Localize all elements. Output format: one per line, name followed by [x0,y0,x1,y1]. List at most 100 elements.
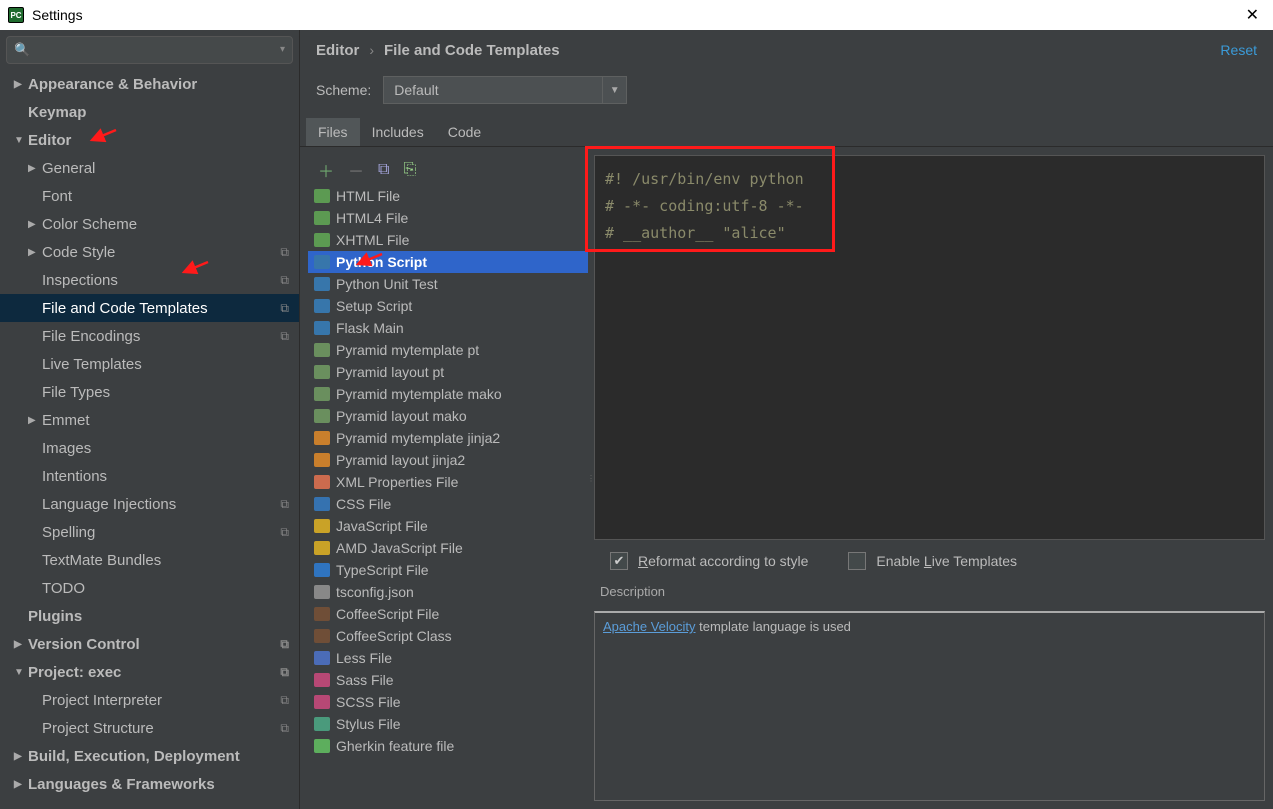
tree-item-label: Live Templates [42,356,142,373]
tree-item-emmet[interactable]: ▶Emmet [0,406,299,434]
tree-item-live-templates[interactable]: Live Templates [0,350,299,378]
file-item-typescript-file[interactable]: TypeScript File [308,559,588,581]
settings-tree[interactable]: ▶Appearance & BehaviorKeymap▼Editor▶Gene… [0,70,299,809]
tree-item-version-control[interactable]: ▶Version Control⧉ [0,630,299,658]
file-item-label: CoffeeScript Class [336,628,452,644]
tree-item-build-execution-deployment[interactable]: ▶Build, Execution, Deployment [0,742,299,770]
chevron-down-icon[interactable]: ▾ [280,44,285,55]
tab-includes[interactable]: Includes [360,118,436,146]
file-item-pyramid-mytemplate-jinja2[interactable]: Pyramid mytemplate jinja2 [308,427,588,449]
tree-item-images[interactable]: Images [0,434,299,462]
file-item-stylus-file[interactable]: Stylus File [308,713,588,735]
tabs: FilesIncludesCode [300,118,1273,147]
copy-icon[interactable]: ⧉ [378,161,389,179]
file-item-coffeescript-file[interactable]: CoffeeScript File [308,603,588,625]
tree-item-label: Spelling [42,524,95,541]
paste-icon[interactable]: ⎘ [403,161,416,179]
template-editor[interactable]: #! /usr/bin/env python# -*- coding:utf-8… [594,155,1265,540]
crumb-root[interactable]: Editor [316,42,359,59]
tree-item-editor[interactable]: ▼Editor [0,126,299,154]
tree-item-language-injections[interactable]: Language Injections⧉ [0,490,299,518]
arrow-icon: ▼ [14,667,28,678]
tree-item-project-structure[interactable]: Project Structure⧉ [0,714,299,742]
tree-item-file-types[interactable]: File Types [0,378,299,406]
file-item-flask-main[interactable]: Flask Main [308,317,588,339]
tab-code[interactable]: Code [436,118,493,146]
file-item-gherkin-feature-file[interactable]: Gherkin feature file [308,735,588,757]
tree-item-inspections[interactable]: Inspections ⧉ [0,266,299,294]
file-icon [314,585,330,599]
file-item-html-file[interactable]: HTML File [308,185,588,207]
arrow-icon: ▶ [28,247,42,258]
tab-files[interactable]: Files [306,118,360,146]
file-item-tsconfig-json[interactable]: tsconfig.json [308,581,588,603]
file-item-pyramid-layout-jinja2[interactable]: Pyramid layout jinja2 [308,449,588,471]
tree-item-color-scheme[interactable]: ▶Color Scheme [0,210,299,238]
file-icon [314,563,330,577]
tree-item-label: Language Injections [42,496,176,513]
tree-item-general[interactable]: ▶General [0,154,299,182]
file-item-pyramid-mytemplate-mako[interactable]: Pyramid mytemplate mako [308,383,588,405]
app-icon: PC [8,7,24,23]
scheme-select[interactable]: Default ▼ [383,76,627,104]
editor-line: # -*- coding:utf-8 -*- [605,193,1254,220]
reset-link[interactable]: Reset [1220,42,1257,58]
file-icon [314,739,330,753]
file-item-css-file[interactable]: CSS File [308,493,588,515]
tree-item-label: Editor [28,132,71,149]
tree-item-file-encodings[interactable]: File Encodings⧉ [0,322,299,350]
tree-item-project-interpreter[interactable]: Project Interpreter⧉ [0,686,299,714]
file-item-xml-properties-file[interactable]: XML Properties File [308,471,588,493]
file-item-html4-file[interactable]: HTML4 File [308,207,588,229]
close-button[interactable]: ✕ [1240,5,1265,25]
file-item-setup-script[interactable]: Setup Script [308,295,588,317]
file-item-label: Gherkin feature file [336,738,454,754]
tree-item-label: Color Scheme [42,216,137,233]
file-item-less-file[interactable]: Less File [308,647,588,669]
tree-item-code-style[interactable]: ▶Code Style⧉ [0,238,299,266]
file-item-label: Setup Script [336,298,412,314]
file-item-pyramid-mytemplate-pt[interactable]: Pyramid mytemplate pt [308,339,588,361]
tree-item-label: Project Structure [42,720,154,737]
file-item-python-unit-test[interactable]: Python Unit Test [308,273,588,295]
file-item-label: XHTML File [336,232,409,248]
tree-item-file-and-code-templates[interactable]: File and Code Templates⧉ [0,294,299,322]
tree-item-keymap[interactable]: Keymap [0,98,299,126]
tree-item-languages-frameworks[interactable]: ▶Languages & Frameworks [0,770,299,798]
file-item-coffeescript-class[interactable]: CoffeeScript Class [308,625,588,647]
file-item-xhtml-file[interactable]: XHTML File [308,229,588,251]
file-item-amd-javascript-file[interactable]: AMD JavaScript File [308,537,588,559]
arrow-icon: ▶ [28,163,42,174]
tree-item-font[interactable]: Font [0,182,299,210]
add-icon[interactable]: ＋ [318,158,334,182]
file-item-sass-file[interactable]: Sass File [308,669,588,691]
tree-item-project-exec[interactable]: ▼Project: exec⧉ [0,658,299,686]
tree-item-plugins[interactable]: Plugins [0,602,299,630]
search-input[interactable] [6,36,293,64]
file-icon [314,497,330,511]
file-item-scss-file[interactable]: SCSS File [308,691,588,713]
live-templates-checkbox[interactable]: Enable Live Templates [848,552,1017,570]
tree-item-spelling[interactable]: Spelling⧉ [0,518,299,546]
tree-item-intentions[interactable]: Intentions [0,462,299,490]
chevron-down-icon[interactable]: ▼ [602,77,626,103]
file-item-javascript-file[interactable]: JavaScript File [308,515,588,537]
copy-project-icon: ⧉ [280,329,289,344]
file-item-pyramid-layout-pt[interactable]: Pyramid layout pt [308,361,588,383]
arrow-icon: ▶ [28,219,42,230]
reformat-checkbox[interactable]: ✔ Reformat according to style [610,552,808,570]
remove-icon[interactable]: － [348,158,364,182]
file-item-python-script[interactable]: Python Script [308,251,588,273]
file-icon [314,277,330,291]
tree-item-label: Inspections [42,272,118,289]
copy-project-icon: ⧉ [280,273,289,288]
tree-item-textmate-bundles[interactable]: TextMate Bundles [0,546,299,574]
file-item-pyramid-layout-mako[interactable]: Pyramid layout mako [308,405,588,427]
tree-item-label: Project Interpreter [42,692,162,709]
tree-item-appearance-behavior[interactable]: ▶Appearance & Behavior [0,70,299,98]
reformat-label: Reformat according to style [638,553,808,569]
filelist[interactable]: HTML FileHTML4 File XHTML File Python Scri… [308,185,588,801]
apache-velocity-link[interactable]: Apache Velocity [603,619,696,634]
tree-item-todo[interactable]: TODO [0,574,299,602]
tree-item-label: Keymap [28,104,86,121]
